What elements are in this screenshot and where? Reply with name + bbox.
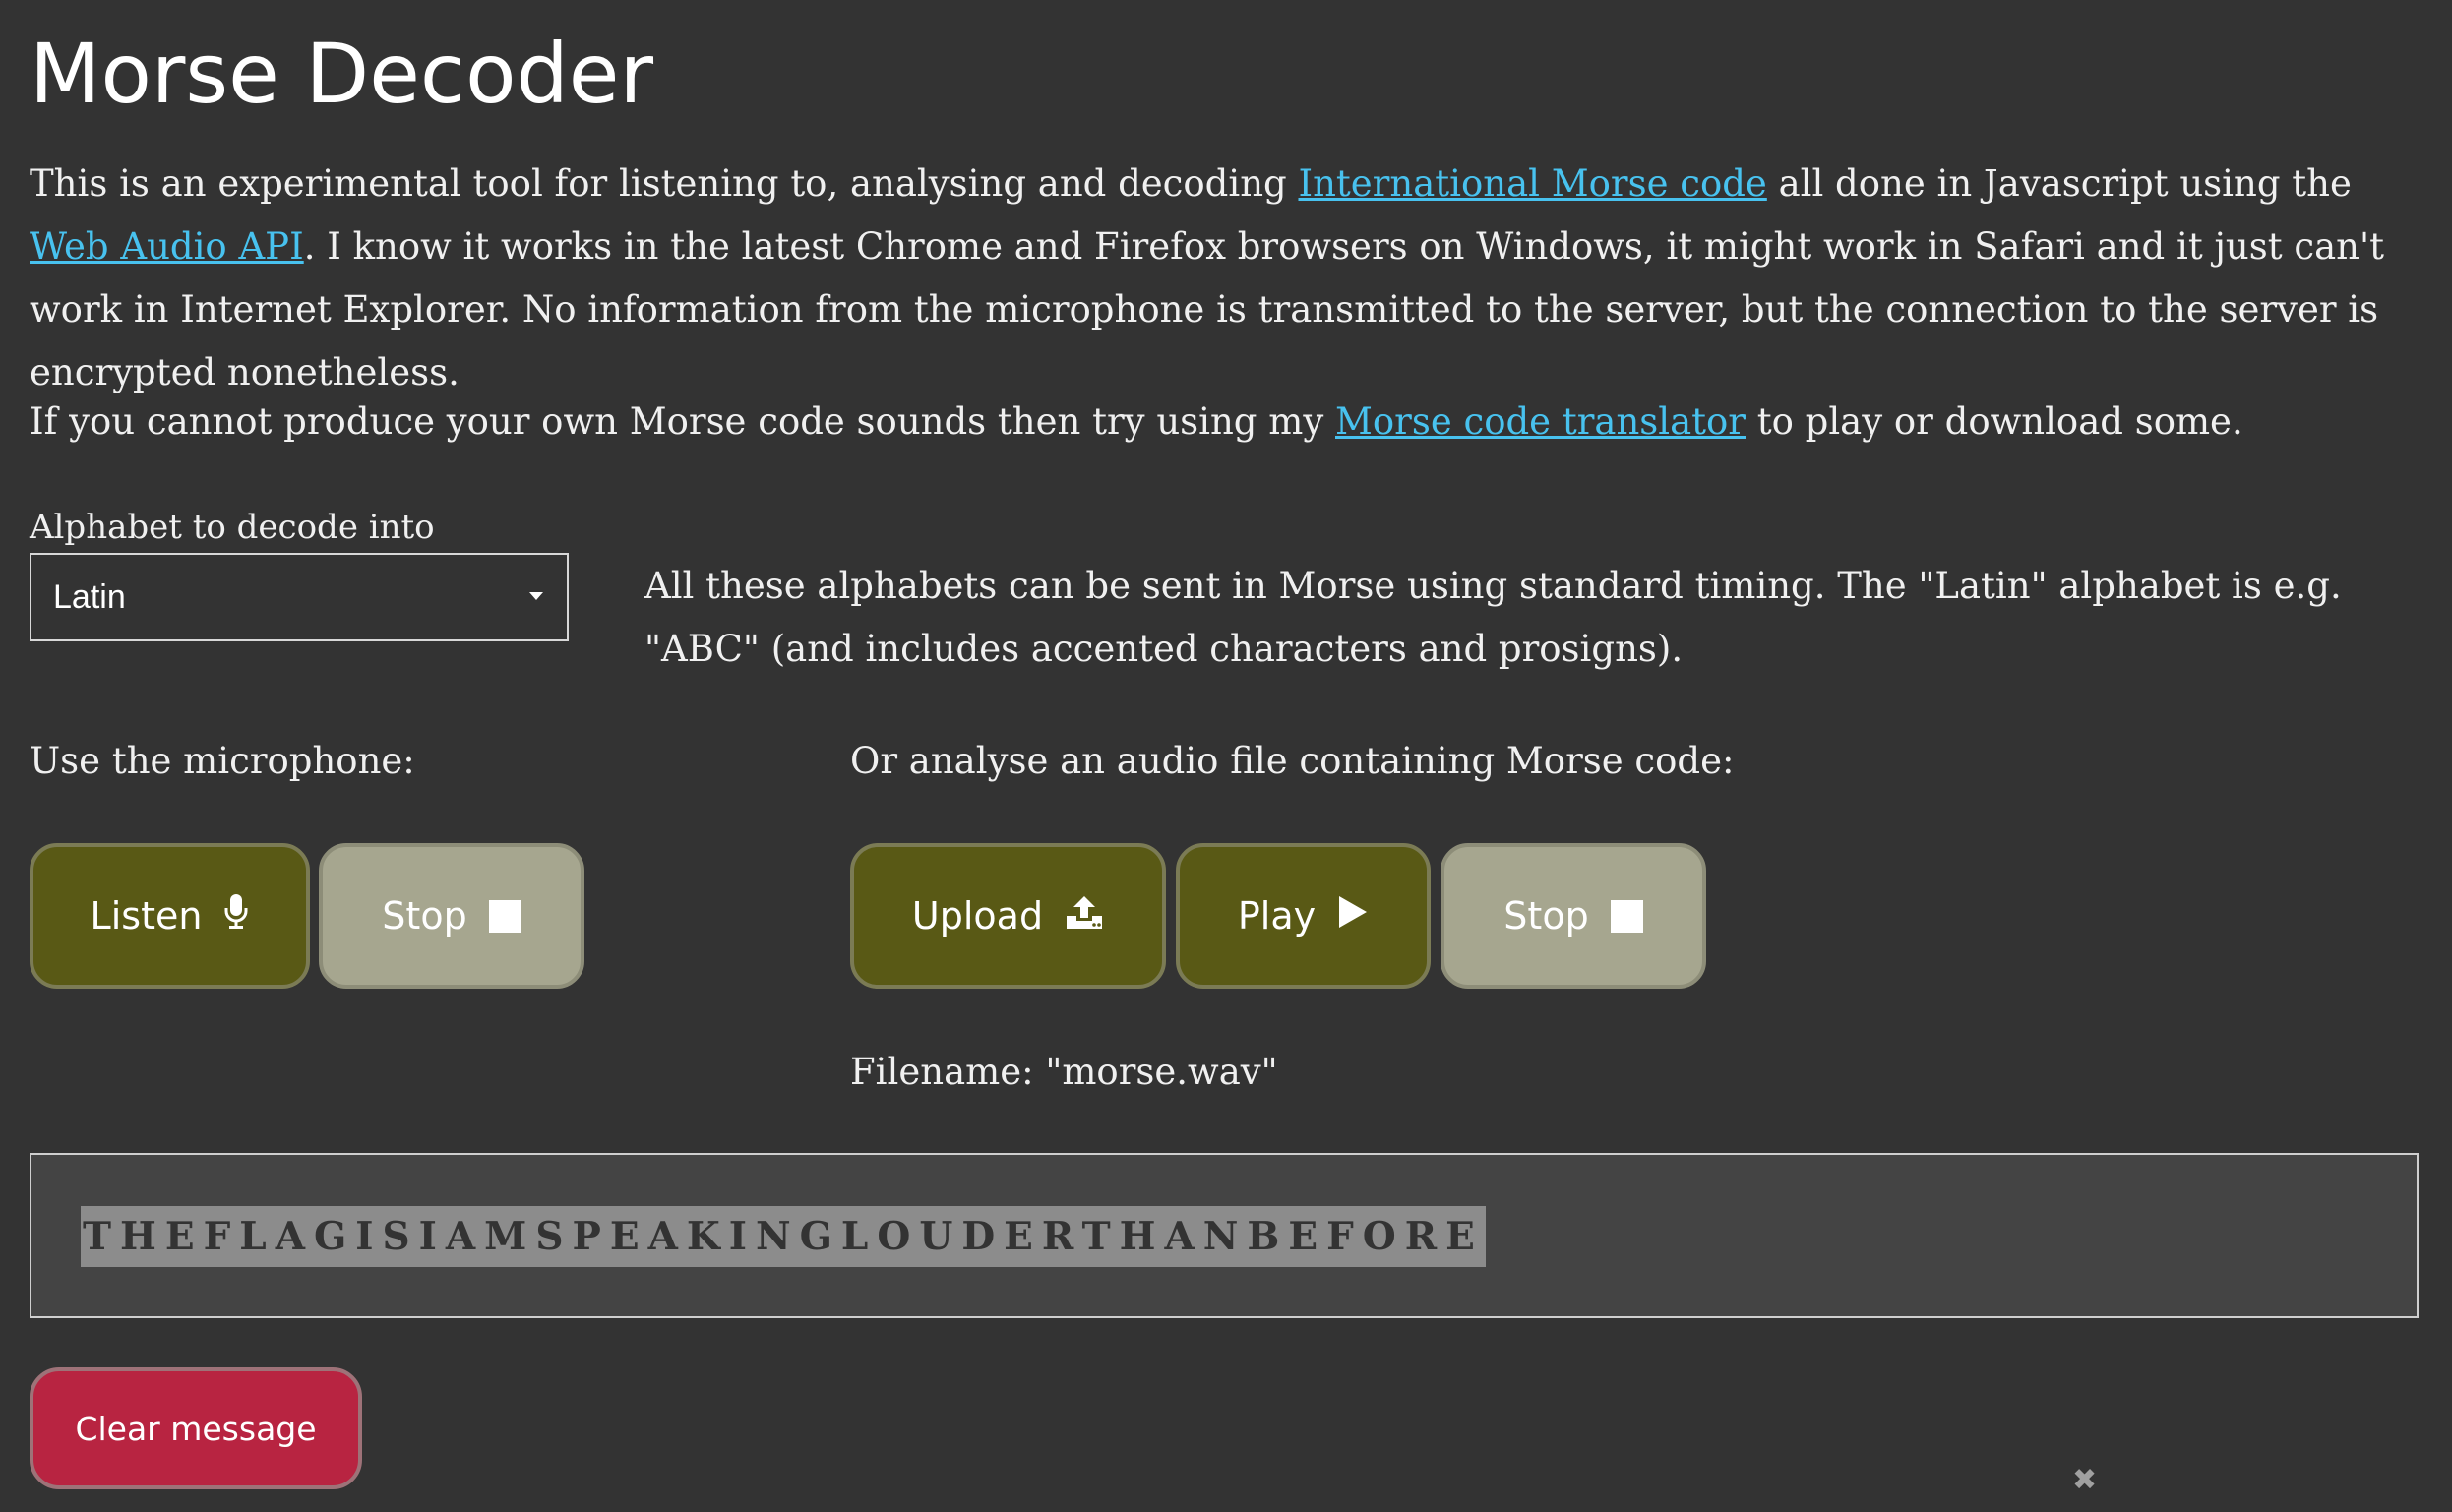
- upload-button-label: Upload: [911, 894, 1044, 937]
- microphone-stop-label: Stop: [382, 894, 467, 937]
- alphabet-select-value: Latin: [53, 578, 126, 616]
- file-stop-button[interactable]: Stop: [1441, 843, 1706, 989]
- intro-text-2: all done in Javascript using the: [1766, 162, 2352, 205]
- intro-paragraph: This is an experimental tool for listeni…: [30, 152, 2430, 404]
- file-section-label: Or analyse an audio file containing Mors…: [850, 740, 1735, 782]
- translator-text-before: If you cannot produce your own Morse cod…: [30, 400, 1335, 443]
- translator-paragraph: If you cannot produce your own Morse cod…: [30, 391, 2430, 454]
- translator-text-after: to play or download some.: [1746, 400, 2243, 443]
- alphabet-select-label: Alphabet to decode into: [30, 508, 435, 547]
- upload-icon: [1065, 894, 1104, 938]
- play-button-label: Play: [1237, 894, 1317, 937]
- morse-code-translator-link[interactable]: Morse code translator: [1335, 400, 1746, 443]
- international-morse-code-link[interactable]: International Morse code: [1298, 162, 1766, 205]
- play-triangle-icon: [1337, 894, 1369, 938]
- play-button[interactable]: Play: [1176, 843, 1431, 989]
- alphabet-note: All these alphabets can be sent in Morse…: [644, 565, 2342, 670]
- stop-square-icon: [1610, 899, 1643, 933]
- intro-text-1: This is an experimental tool for listeni…: [30, 162, 1299, 205]
- intro-text-3: . I know it works in the latest Chrome a…: [30, 225, 2385, 393]
- microphone-section-label: Use the microphone:: [30, 740, 415, 782]
- file-stop-label: Stop: [1503, 894, 1589, 937]
- listen-button[interactable]: Listen: [30, 843, 310, 989]
- stop-square-icon: [488, 899, 521, 933]
- listen-button-label: Listen: [90, 894, 203, 937]
- alphabet-select[interactable]: Latin: [30, 553, 569, 641]
- web-audio-api-link[interactable]: Web Audio API: [30, 225, 304, 268]
- clear-message-button[interactable]: Clear message: [30, 1367, 362, 1489]
- microphone-icon: [223, 893, 249, 939]
- chevron-down-icon: [529, 592, 543, 600]
- microphone-stop-button[interactable]: Stop: [319, 843, 584, 989]
- decoded-message-text: THEFLAGISIAMSPEAKINGLOUDERTHANBEFORE: [81, 1206, 1486, 1267]
- page-title: Morse Decoder: [30, 26, 654, 122]
- decoded-message-box[interactable]: THEFLAGISIAMSPEAKINGLOUDERTHANBEFORE: [30, 1153, 2419, 1318]
- filename-display: Filename: "morse.wav": [850, 1051, 1278, 1093]
- morse-decoder-page: Morse Decoder This is an experimental to…: [0, 0, 2452, 1512]
- close-icon[interactable]: ✖: [2072, 1464, 2097, 1497]
- upload-button[interactable]: Upload: [850, 843, 1166, 989]
